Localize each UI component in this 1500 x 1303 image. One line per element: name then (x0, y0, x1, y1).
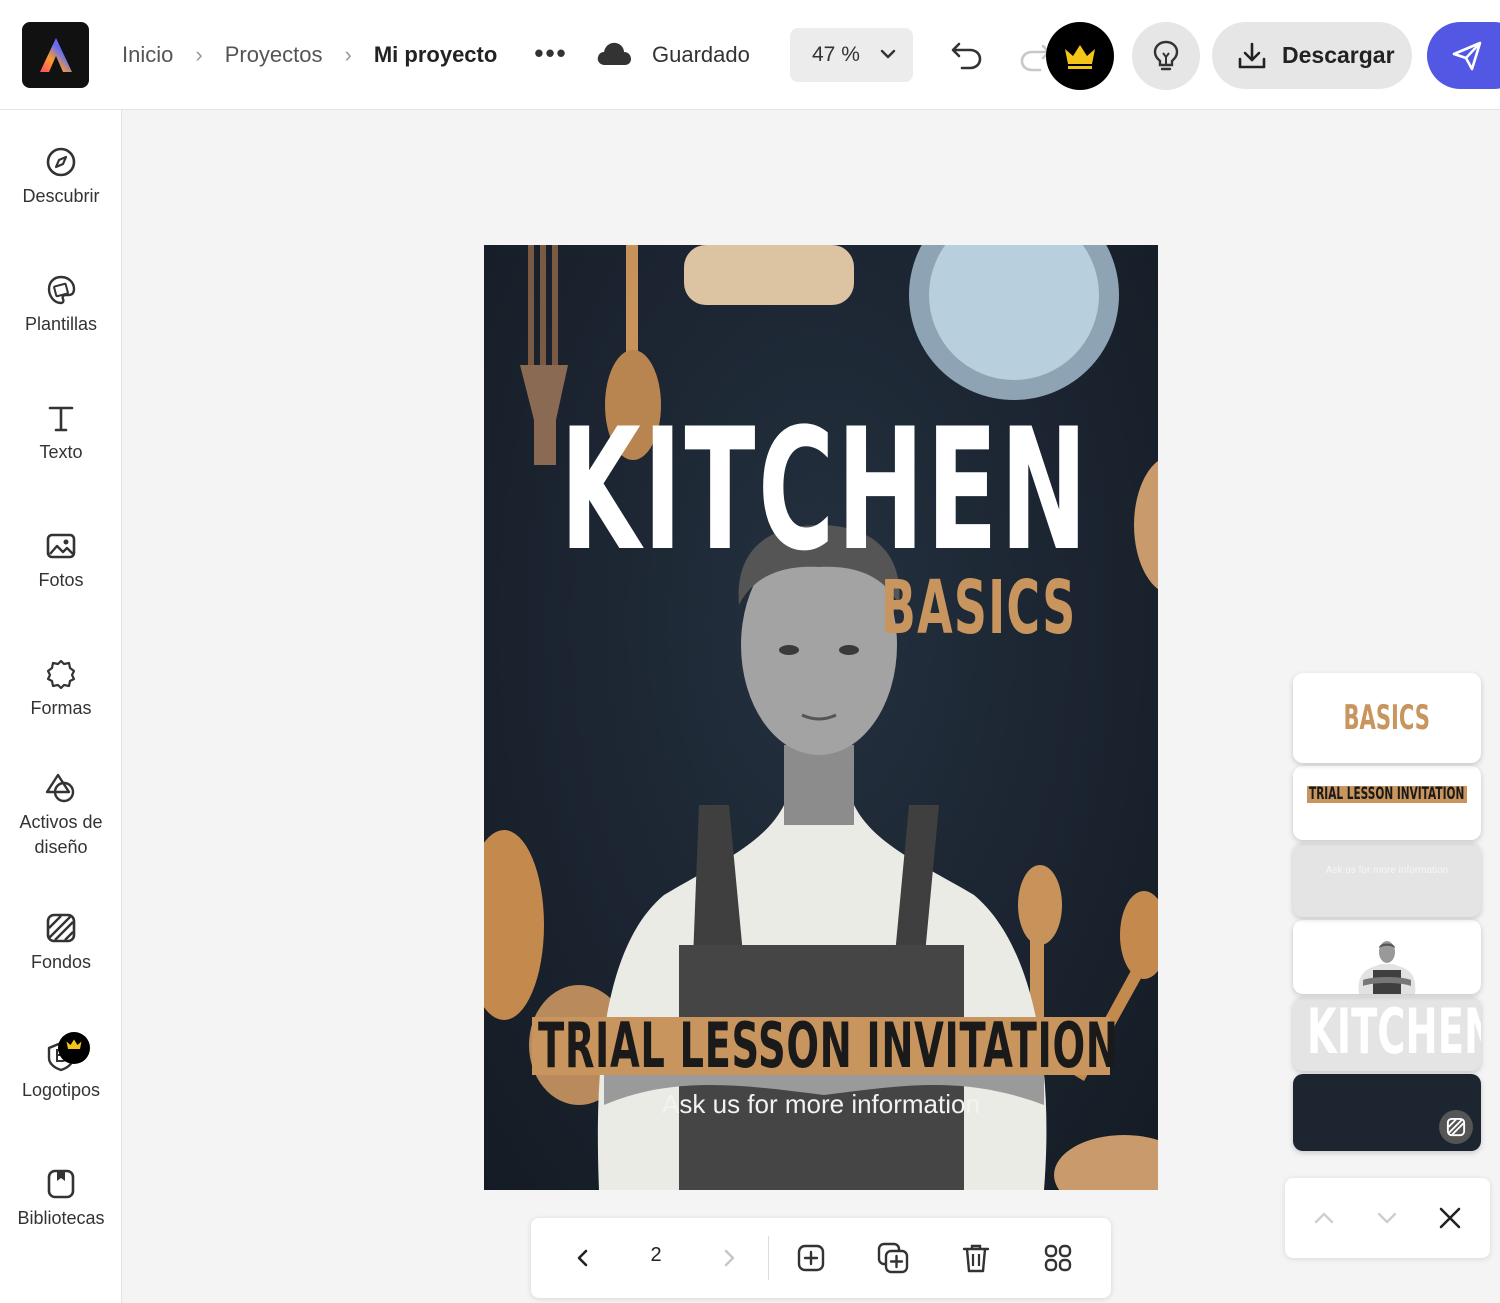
text-icon (48, 406, 74, 432)
trash-icon (962, 1244, 990, 1273)
page-toolbar: 2 (531, 1218, 1111, 1298)
design-title-text[interactable]: KITCHEN (560, 406, 1087, 574)
libraries-icon (47, 1169, 75, 1199)
layer-item-background[interactable] (1293, 1074, 1481, 1151)
layer-thumbnail-text: BASICS (1343, 698, 1431, 738)
delete-page-button[interactable] (958, 1240, 994, 1276)
compass-icon (46, 147, 76, 177)
top-bar: Inicio › Proyectos › Mi proyecto ••• Gua… (0, 0, 1500, 110)
chevron-right-icon: › (195, 42, 203, 67)
layer-item-trial[interactable]: TRIAL LESSON INVITATION (1293, 766, 1481, 840)
layer-item-basics[interactable]: BASICS (1293, 673, 1481, 763)
send-icon (1452, 41, 1482, 70)
zoom-dropdown[interactable]: 47 % (790, 28, 913, 82)
crown-icon (1065, 45, 1095, 69)
chevron-right-icon: › (344, 42, 352, 67)
sidebar-item-label: Plantillas (24, 314, 98, 334)
backgrounds-icon (1439, 1110, 1473, 1144)
sidebar-item-photos[interactable]: Fotos (0, 530, 122, 593)
layer-thumbnail-text: Ask us for more information (1325, 865, 1449, 876)
sidebar-item-label: Formas (30, 698, 92, 718)
layer-navigation (1285, 1178, 1490, 1258)
photo-icon (46, 533, 76, 559)
tips-button[interactable] (1132, 22, 1200, 90)
save-status: Guardado (652, 42, 750, 67)
breadcrumb-home[interactable]: Inicio (122, 42, 173, 68)
templates-icon (47, 275, 76, 305)
sidebar-item-label: Fotos (38, 570, 84, 590)
layer-item-info[interactable]: Ask us for more information (1293, 843, 1481, 917)
layer-thumbnail-text: KITCHEN (1307, 997, 1481, 1068)
sidebar-item-text[interactable]: Texto (0, 402, 122, 465)
breadcrumb-current-project[interactable]: Mi proyecto (374, 42, 497, 68)
more-options-button[interactable]: ••• (532, 34, 570, 72)
design-info-text[interactable]: Ask us for more information (484, 1089, 1158, 1120)
premium-button[interactable] (1046, 22, 1114, 90)
shapes-icon (46, 659, 76, 690)
chef-thumbnail-image (1358, 941, 1416, 994)
chevron-down-icon (880, 49, 896, 59)
close-icon[interactable] (1437, 1205, 1463, 1231)
breadcrumb: Inicio › Proyectos › Mi proyecto (122, 38, 497, 72)
cloud-icon (597, 42, 631, 65)
design-assets-icon (45, 773, 75, 803)
design-subtitle-text[interactable]: BASICS (880, 571, 1076, 645)
layer-item-photo[interactable] (1293, 920, 1481, 994)
chevron-right-icon (724, 1249, 735, 1267)
sidebar-item-templates[interactable]: Plantillas (0, 274, 122, 337)
download-button[interactable]: Descargar (1212, 22, 1412, 89)
chevron-down-icon[interactable] (1375, 1206, 1399, 1230)
zoom-value: 47 % (812, 43, 860, 66)
crown-icon (66, 1039, 82, 1049)
sidebar-item-backgrounds[interactable]: Fondos (0, 912, 122, 975)
grid-view-button[interactable] (1040, 1240, 1076, 1276)
sidebar-item-design-assets[interactable]: Activos de diseño (0, 772, 122, 860)
layer-item-kitchen[interactable]: KITCHEN (1293, 997, 1481, 1071)
sidebar-item-label: Bibliotecas (17, 1208, 105, 1228)
lightbulb-icon (1153, 40, 1179, 71)
sidebar-item-label: Fondos (30, 952, 92, 972)
breadcrumb-projects[interactable]: Proyectos (225, 42, 323, 68)
sidebar-item-libraries[interactable]: Bibliotecas (0, 1168, 122, 1231)
divider (768, 1236, 769, 1280)
undo-icon[interactable] (950, 38, 984, 72)
download-icon (1238, 42, 1266, 68)
share-button[interactable] (1427, 22, 1500, 89)
sidebar-item-label: Activos de diseño (19, 812, 103, 857)
grid-icon (1044, 1244, 1072, 1272)
duplicate-icon (877, 1242, 909, 1274)
add-page-button[interactable] (793, 1240, 829, 1276)
sidebar-item-label: Descubrir (22, 186, 100, 206)
layer-thumbnail-text: TRIAL LESSON INVITATION (1309, 784, 1465, 804)
page-number: 2 (650, 1244, 662, 1266)
previous-page-button[interactable] (565, 1240, 601, 1276)
design-canvas[interactable]: KITCHEN BASICS TRIAL LESSON INVITATION A… (484, 245, 1158, 1190)
design-banner-text[interactable]: TRIAL LESSON INVITATION (538, 1015, 1119, 1077)
premium-badge (58, 1032, 90, 1064)
sidebar-item-label: Logotipos (21, 1080, 101, 1100)
left-sidebar: Descubrir Plantillas Texto Fotos Formas (0, 110, 122, 1303)
chevron-left-icon (577, 1249, 588, 1267)
sidebar-item-shapes[interactable]: Formas (0, 658, 122, 721)
add-page-icon (797, 1244, 825, 1272)
app-logo[interactable] (22, 22, 89, 88)
duplicate-page-button[interactable] (875, 1240, 911, 1276)
next-page-button[interactable] (711, 1240, 747, 1276)
sidebar-item-discover[interactable]: Descubrir (0, 146, 122, 209)
sidebar-item-logos[interactable]: Logotipos (0, 1032, 122, 1103)
backgrounds-icon (46, 913, 76, 943)
adobe-express-logo-icon (39, 38, 72, 72)
chevron-up-icon[interactable] (1312, 1206, 1336, 1230)
download-label: Descargar (1282, 42, 1395, 68)
sidebar-item-label: Texto (39, 442, 83, 462)
